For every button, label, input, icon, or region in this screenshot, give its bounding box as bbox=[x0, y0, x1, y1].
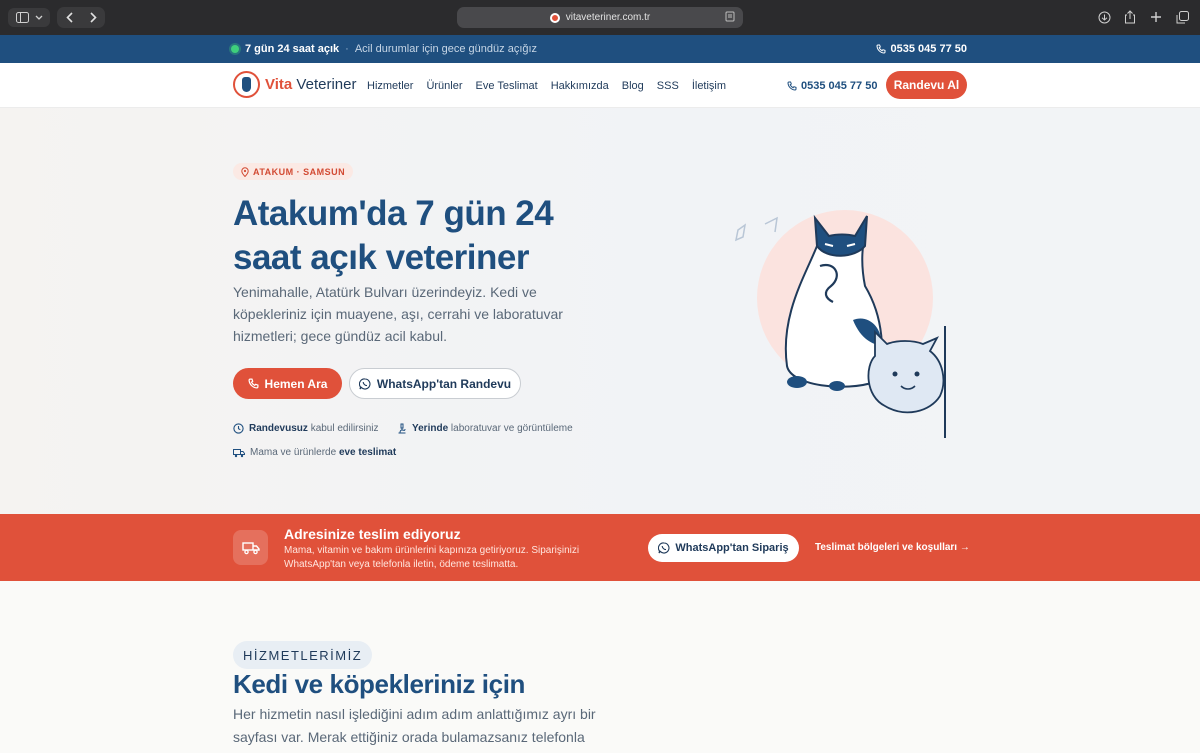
location-chip-label: ATAKUM · SAMSUN bbox=[253, 166, 346, 177]
microscope-icon bbox=[398, 423, 406, 434]
appointment-button[interactable]: Randevu Al bbox=[886, 71, 967, 99]
hero-title: Atakum'da 7 gün 24 saat açık veteriner bbox=[233, 194, 554, 277]
url-text: vitaveteriner.com.tr bbox=[565, 12, 651, 23]
logo-icon bbox=[233, 71, 260, 98]
nav-phone-number: 0535 045 77 50 bbox=[801, 80, 878, 92]
whatsapp-appointment-button[interactable]: WhatsApp'tan Randevu bbox=[349, 368, 521, 399]
feature-walk-in-text: kabul edilirsiniz bbox=[310, 423, 379, 434]
location-pin-icon bbox=[241, 166, 249, 177]
nav-item-sss[interactable]: SSS bbox=[657, 80, 679, 92]
browser-toolbar: vitaveteriner.com.tr bbox=[0, 0, 1200, 35]
forward-button[interactable] bbox=[81, 7, 105, 28]
phone-icon bbox=[876, 44, 886, 54]
tabs-icon bbox=[1176, 10, 1189, 23]
whatsapp-order-label: WhatsApp'tan Sipariş bbox=[675, 542, 789, 554]
share-button[interactable] bbox=[1122, 8, 1138, 26]
topbar-phone-number: 0535 045 77 50 bbox=[890, 43, 967, 55]
call-now-label: Hemen Ara bbox=[264, 376, 328, 391]
clock-icon bbox=[233, 423, 244, 434]
whatsapp-icon bbox=[358, 377, 371, 390]
logo-brand-text: Veteriner bbox=[296, 76, 357, 93]
nav-item-hakkimizda[interactable]: Hakkımızda bbox=[551, 80, 609, 92]
whatsapp-icon bbox=[658, 542, 670, 554]
feature-walk-in: Randevusuz kabul edilirsiniz bbox=[233, 423, 379, 434]
feature-delivery-text: Mama ve ürünlerde bbox=[250, 447, 337, 458]
services-title: Kedi ve köpekleriniz için bbox=[233, 669, 525, 699]
nav-phone-link[interactable]: 0535 045 77 50 bbox=[787, 80, 877, 92]
whatsapp-order-button[interactable]: WhatsApp'tan Sipariş bbox=[648, 534, 799, 562]
delivery-banner: Adresinize teslim ediyoruz Mama, vitamin… bbox=[0, 514, 1200, 581]
nav-item-hizmetler[interactable]: Hizmetler bbox=[367, 80, 413, 92]
phone-icon bbox=[248, 378, 259, 389]
downloads-button[interactable] bbox=[1096, 8, 1112, 26]
nav-item-urunler[interactable]: Ürünler bbox=[426, 80, 462, 92]
delivery-truck-icon bbox=[233, 530, 268, 565]
reader-mode-icon[interactable] bbox=[725, 11, 735, 25]
chevron-right-icon bbox=[89, 12, 97, 23]
services-chip: HİZMETLERİMİZ bbox=[233, 641, 373, 669]
location-chip: ATAKUM · SAMSUN bbox=[233, 163, 354, 180]
site-favicon-icon bbox=[549, 12, 560, 23]
truck-icon bbox=[233, 448, 245, 457]
address-bar[interactable]: vitaveteriner.com.tr bbox=[457, 7, 743, 28]
open-hours-label: 7 gün 24 saat açık bbox=[245, 43, 340, 55]
nav-item-eve-teslimat[interactable]: Eve Teslimat bbox=[476, 80, 538, 92]
delivery-terms-link[interactable]: Teslimat bölgeleri ve koşulları → bbox=[815, 542, 970, 553]
open-status-dot bbox=[231, 45, 239, 53]
delivery-description: Mama, vitamin ve bakım ürünlerini kapını… bbox=[284, 545, 580, 570]
nav-item-blog[interactable]: Blog bbox=[622, 80, 644, 92]
whatsapp-appointment-label: WhatsApp'tan Randevu bbox=[376, 376, 512, 391]
feature-walk-in-bold: Randevusuz bbox=[249, 423, 308, 434]
topbar-phone-link[interactable]: 0535 045 77 50 bbox=[876, 43, 967, 55]
call-now-button[interactable]: Hemen Ara bbox=[233, 368, 342, 399]
main-navigation: Vita Veteriner Hizmetler Ürünler Eve Tes… bbox=[0, 63, 1200, 108]
hero-section: ATAKUM · SAMSUN Atakum'da 7 gün 24 saat … bbox=[0, 108, 1200, 514]
tab-overview-button[interactable] bbox=[1174, 8, 1190, 26]
hero-description: Yenimahalle, Atatürk Bulvarı üzerindeyiz… bbox=[233, 284, 563, 344]
feature-delivery: Mama ve ürünlerde eve teslimat bbox=[233, 447, 396, 458]
logo-brand-bold: Vita bbox=[265, 76, 293, 93]
sidebar-toggle-button[interactable] bbox=[8, 8, 50, 27]
download-icon bbox=[1098, 11, 1110, 23]
feature-lab-text: laboratuvar ve görüntüleme bbox=[450, 423, 573, 434]
nav-item-iletisim[interactable]: İletişim bbox=[692, 80, 726, 92]
new-tab-button[interactable] bbox=[1148, 8, 1164, 26]
services-description: Her hizmetin nasıl işlediğini adım adım … bbox=[233, 706, 596, 753]
sidebar-icon bbox=[15, 12, 29, 23]
feature-delivery-bold: eve teslimat bbox=[338, 447, 397, 458]
share-icon bbox=[1125, 10, 1135, 24]
feature-lab: Yerinde laboratuvar ve görüntüleme bbox=[397, 423, 573, 434]
back-button[interactable] bbox=[57, 7, 81, 28]
cat-and-dog-illustration bbox=[734, 210, 946, 438]
phone-icon bbox=[787, 81, 797, 91]
top-info-bar: 7 gün 24 saat açık · Acil durumlar için … bbox=[0, 35, 1200, 63]
feature-lab-bold: Yerinde bbox=[412, 423, 449, 434]
plus-icon bbox=[1151, 12, 1161, 22]
site-logo[interactable]: Vita Veteriner bbox=[233, 71, 356, 98]
chevron-down-icon bbox=[35, 15, 42, 20]
services-section: HİZMETLERİMİZ Kedi ve köpekleriniz için … bbox=[0, 581, 1200, 753]
separator: · bbox=[345, 43, 349, 55]
emergency-text: Acil durumlar için gece gündüz açığız bbox=[354, 43, 538, 55]
chevron-left-icon bbox=[65, 12, 73, 23]
delivery-title: Adresinize teslim ediyoruz bbox=[284, 526, 461, 542]
